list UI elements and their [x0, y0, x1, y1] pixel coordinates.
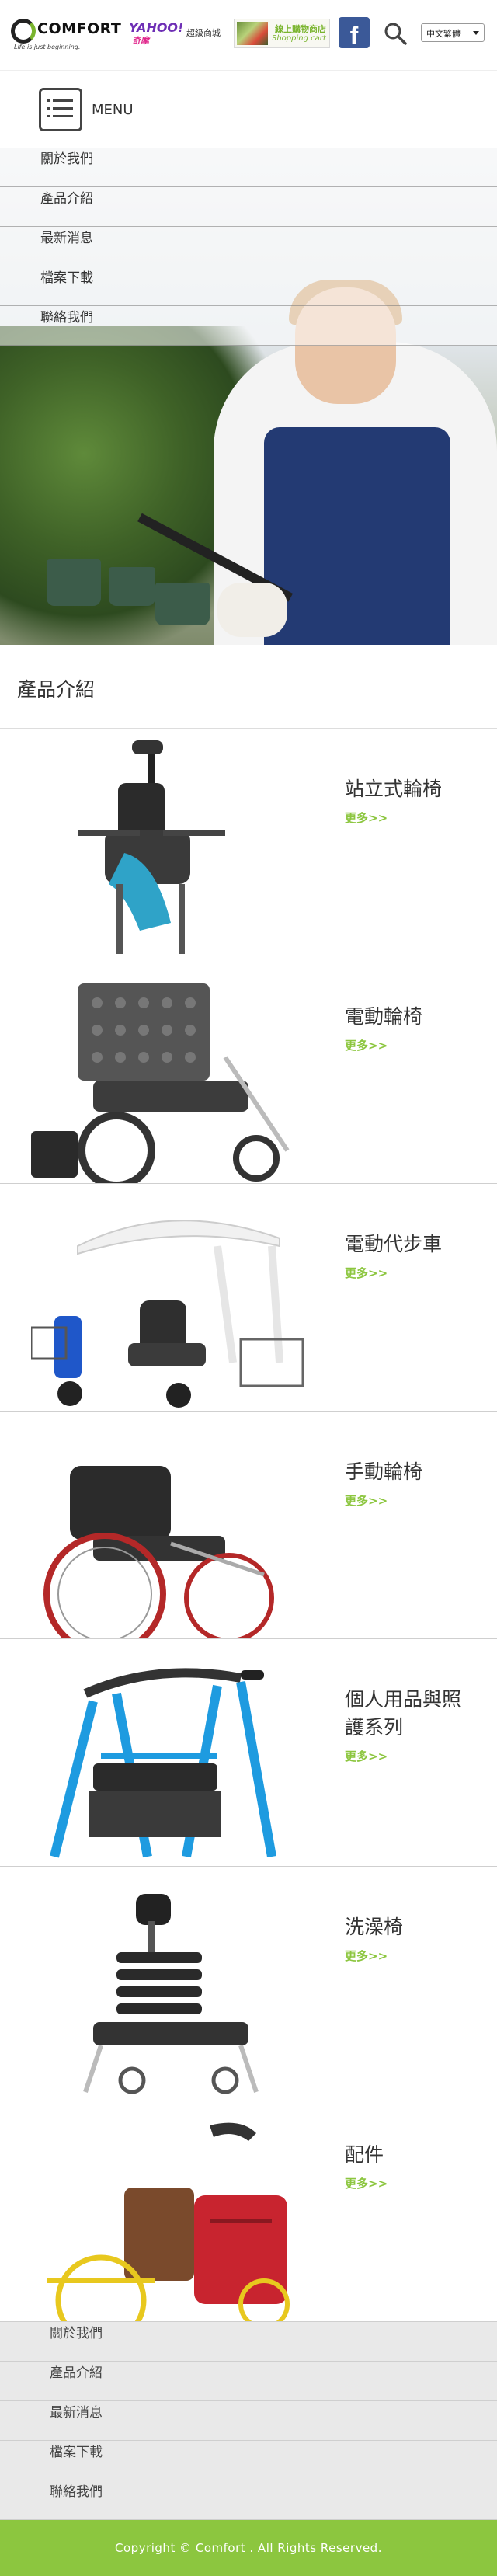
product-card[interactable]: 手動輪椅 更多>> [0, 1412, 497, 1639]
more-link[interactable]: 更多>> [345, 1748, 388, 1764]
hero-pot [47, 559, 101, 606]
menu-bar: MENU [0, 70, 497, 148]
more-link[interactable]: 更多>> [345, 1948, 388, 1964]
nav-item-downloads[interactable]: 檔案下載 [0, 266, 497, 306]
copyright-text: Copyright © Comfort . All Rights Reserve… [115, 2541, 382, 2555]
shop-banner-title: 線上購物商店 [275, 24, 326, 34]
more-link[interactable]: 更多>> [345, 809, 388, 826]
mobility-scooter-image [31, 1220, 304, 1408]
hero-pot [155, 583, 210, 625]
list-icon-line [53, 99, 73, 102]
product-card[interactable]: 站立式輪椅 更多>> [0, 729, 497, 956]
product-name: 手動輪椅 [345, 1460, 423, 1483]
manual-wheelchair-image [43, 1466, 274, 1638]
more-link[interactable]: 更多>> [345, 1265, 388, 1281]
list-icon-line [53, 107, 73, 110]
list-icon-dot [47, 99, 50, 102]
product-name: 配件 [345, 2143, 384, 2166]
product-name: 洗澡椅 [345, 1916, 404, 1938]
facebook-icon[interactable]: f [339, 17, 370, 50]
product-name: 電動輪椅 [345, 1005, 423, 1028]
nav-item-about[interactable]: 關於我們 [0, 148, 497, 187]
product-card[interactable]: 電動輪椅 更多>> [0, 956, 497, 1184]
chevron-down-icon [473, 31, 479, 35]
yahoo-logo-sub: 奇摩 [132, 36, 149, 46]
menu-button[interactable] [39, 88, 82, 131]
top-header: COMFORT Life is just beginning. YAHOO! 奇… [0, 0, 497, 70]
comfort-logo-mark [11, 19, 36, 44]
nav-item-contact[interactable]: 聯絡我們 [0, 306, 497, 346]
shower-chair-image [83, 1894, 259, 2094]
dropdown-nav: 關於我們 產品介紹 最新消息 檔案下載 聯絡我們 [0, 148, 497, 346]
yahoo-mall-link[interactable]: YAHOO! 奇摩 超級商城 [129, 20, 224, 48]
list-icon-dot [47, 115, 50, 117]
more-link[interactable]: 更多>> [345, 2175, 388, 2191]
list-icon-dot [47, 107, 50, 110]
product-name: 站立式輪椅 [345, 778, 443, 800]
nav-item-products[interactable]: 產品介紹 [0, 187, 497, 227]
hero-glove [217, 583, 287, 637]
footer-item-products[interactable]: 產品介紹 [0, 2362, 497, 2401]
hero-person-apron [264, 427, 450, 645]
language-selected: 中文繁體 [426, 29, 461, 39]
rollator-walker-image [50, 1668, 276, 1858]
yahoo-logo: YAHOO! [129, 20, 184, 35]
comfort-logo[interactable]: COMFORT Life is just beginning. [11, 19, 122, 53]
shopping-cart-banner[interactable]: 線上購物商店 Shopping cart [234, 19, 330, 48]
product-card[interactable]: 配件 更多>> [0, 2094, 497, 2322]
shop-banner-subtitle: Shopping cart [272, 34, 326, 43]
footer-nav: 關於我們 產品介紹 最新消息 檔案下載 聯絡我們 [0, 2322, 497, 2520]
section-title: 產品介紹 [17, 678, 96, 701]
more-link[interactable]: 更多>> [345, 1492, 388, 1509]
list-icon-line [53, 115, 73, 117]
product-card[interactable]: 電動代步車 更多>> [0, 1184, 497, 1412]
nav-item-news[interactable]: 最新消息 [0, 227, 497, 266]
product-card[interactable]: 洗澡椅 更多>> [0, 1867, 497, 2094]
accessories-image [47, 2122, 290, 2321]
footer-item-about[interactable]: 關於我們 [0, 2322, 497, 2362]
products-section-header: 產品介紹 [0, 645, 497, 729]
product-card[interactable]: 個人用品與照護系列 更多>> [0, 1639, 497, 1867]
logo-tagline: Life is just beginning. [14, 44, 81, 50]
footer-item-contact[interactable]: 聯絡我們 [0, 2480, 497, 2520]
search-icon[interactable] [384, 22, 407, 45]
footer-item-downloads[interactable]: 檔案下載 [0, 2441, 497, 2480]
product-name: 電動代步車 [345, 1233, 443, 1255]
logo-wordmark: COMFORT [37, 20, 122, 37]
copyright-bar: Copyright © Comfort . All Rights Reserve… [0, 2520, 497, 2576]
power-wheelchair-image [31, 983, 290, 1183]
hero-pot [109, 567, 155, 606]
hero-banner: 關於我們 產品介紹 最新消息 檔案下載 聯絡我們 [0, 148, 497, 645]
more-link[interactable]: 更多>> [345, 1037, 388, 1053]
menu-label[interactable]: MENU [92, 102, 134, 118]
language-select[interactable]: 中文繁體 [421, 23, 485, 42]
standing-wheelchair-image [78, 740, 225, 954]
product-name: 個人用品與照護系列 [345, 1688, 462, 1739]
shop-thumbnail [237, 22, 268, 45]
yahoo-mall-label: 超級商城 [186, 28, 221, 38]
footer-item-news[interactable]: 最新消息 [0, 2401, 497, 2441]
